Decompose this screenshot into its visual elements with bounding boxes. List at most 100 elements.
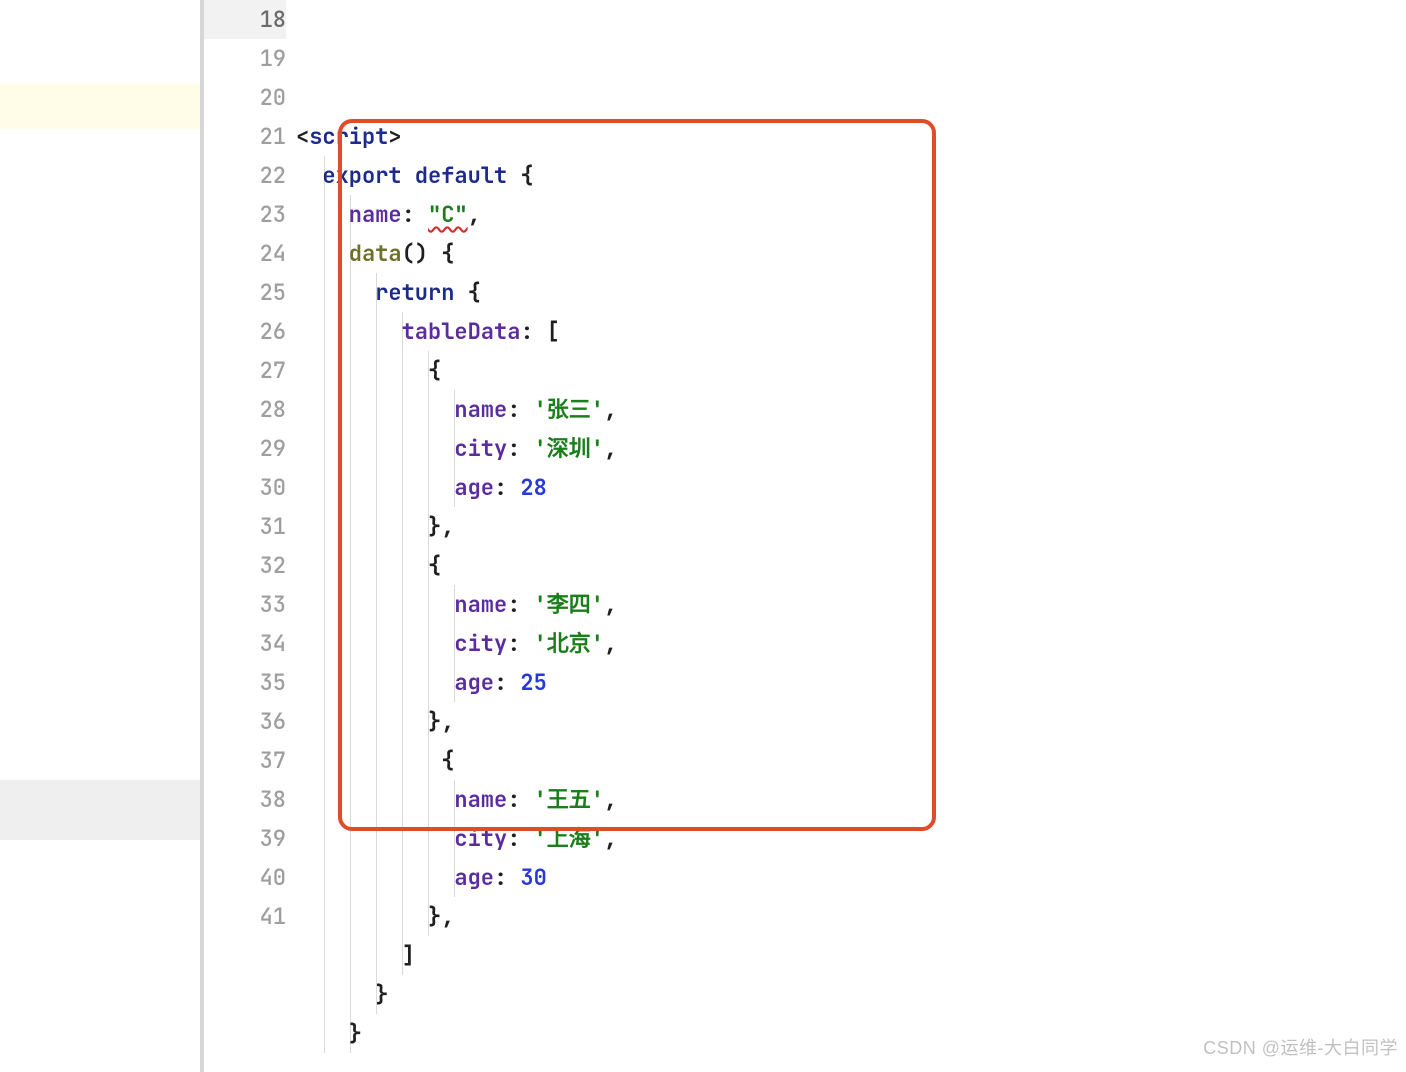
code-line[interactable]: { (296, 351, 1406, 390)
line-number[interactable]: 38 (204, 780, 286, 819)
line-number[interactable]: 23 (204, 195, 286, 234)
code-editor[interactable]: 1819202122232425262728293031323334353637… (204, 0, 1406, 1072)
line-number[interactable]: 30 (204, 468, 286, 507)
code-line-content: }, (296, 507, 1406, 546)
code-line[interactable]: { (296, 741, 1406, 780)
code-token: : (507, 629, 533, 658)
code-token: , (604, 434, 617, 463)
screenshot-root: 1819202122232425262728293031323334353637… (0, 0, 1406, 1072)
line-number[interactable]: 18 (204, 0, 286, 39)
code-token: name (454, 590, 507, 619)
line-number[interactable]: 20 (204, 78, 286, 117)
code-line[interactable]: age: 25 (296, 663, 1406, 702)
line-number[interactable]: 39 (204, 819, 286, 858)
code-token: '王五' (534, 785, 604, 814)
code-token: > (388, 122, 401, 151)
code-line[interactable]: data() { (296, 234, 1406, 273)
code-line-content: tableData: [ (296, 312, 1406, 351)
code-line-content: } (296, 975, 1406, 1014)
line-number[interactable]: 27 (204, 351, 286, 390)
line-number[interactable]: 24 (204, 234, 286, 273)
code-token: , (604, 629, 617, 658)
line-number[interactable]: 19 (204, 39, 286, 78)
code-token: 30 (520, 863, 546, 892)
code-line[interactable]: name: '张三', (296, 390, 1406, 429)
line-number[interactable]: 21 (204, 117, 286, 156)
code-token: { (428, 356, 441, 385)
code-line[interactable]: }, (296, 507, 1406, 546)
code-line-content: }, (296, 702, 1406, 741)
code-token: '张三' (534, 395, 604, 424)
line-number[interactable]: 22 (204, 156, 286, 195)
line-number[interactable]: 34 (204, 624, 286, 663)
code-line-content: age: 25 (296, 663, 1406, 702)
line-number[interactable]: 25 (204, 273, 286, 312)
line-number[interactable]: 40 (204, 858, 286, 897)
line-number[interactable]: 33 (204, 585, 286, 624)
code-line[interactable]: age: 28 (296, 468, 1406, 507)
code-token: default (415, 161, 507, 190)
code-token: age (454, 863, 494, 892)
code-line[interactable]: age: 30 (296, 858, 1406, 897)
code-line[interactable]: export default { (296, 156, 1406, 195)
line-number[interactable]: 31 (204, 507, 286, 546)
code-line[interactable]: city: '深圳', (296, 429, 1406, 468)
code-line-content: name: '王五', (296, 780, 1406, 819)
code-line-content: city: '北京', (296, 624, 1406, 663)
line-number[interactable]: 26 (204, 312, 286, 351)
code-line[interactable]: city: '上海', (296, 819, 1406, 858)
code-token: city (454, 434, 507, 463)
code-token: name (454, 395, 507, 424)
code-line-content: { (296, 741, 1406, 780)
line-number[interactable]: 29 (204, 429, 286, 468)
code-line[interactable]: ] (296, 936, 1406, 975)
line-number[interactable]: 28 (204, 390, 286, 429)
code-token: city (454, 629, 507, 658)
code-token: : (507, 590, 533, 619)
code-token: city (454, 824, 507, 853)
line-number-gutter[interactable]: 1819202122232425262728293031323334353637… (204, 0, 296, 1072)
code-token: , (604, 395, 617, 424)
code-token: () { (402, 239, 455, 268)
line-number[interactable]: 36 (204, 702, 286, 741)
code-line[interactable]: }, (296, 702, 1406, 741)
code-token: name (454, 785, 507, 814)
code-token: }, (428, 512, 454, 541)
code-line-content: city: '深圳', (296, 429, 1406, 468)
code-token: }, (428, 902, 454, 931)
code-line[interactable]: { (296, 546, 1406, 585)
code-token: 28 (520, 473, 546, 502)
code-line-content: age: 28 (296, 468, 1406, 507)
code-line[interactable]: <script> (296, 117, 1406, 156)
code-token: : (494, 863, 520, 892)
code-line-content: { (296, 351, 1406, 390)
line-number[interactable]: 41 (204, 897, 286, 936)
code-line[interactable]: return { (296, 273, 1406, 312)
code-token: tableData (402, 317, 521, 346)
code-line-content: age: 30 (296, 858, 1406, 897)
code-token: ] (402, 941, 415, 970)
code-line-content: ] (296, 936, 1406, 975)
code-token: return (375, 278, 454, 307)
sidebar-highlight-region (0, 84, 200, 129)
code-line[interactable]: name: '王五', (296, 780, 1406, 819)
code-area[interactable]: <script>export default {name: "C",data()… (296, 0, 1406, 1072)
code-token: age (454, 473, 494, 502)
code-token: : [ (520, 317, 560, 346)
code-line-content: name: '李四', (296, 585, 1406, 624)
code-line[interactable]: tableData: [ (296, 312, 1406, 351)
line-number[interactable]: 35 (204, 663, 286, 702)
line-number[interactable]: 32 (204, 546, 286, 585)
code-token: '深圳' (534, 434, 604, 463)
code-line[interactable]: name: '李四', (296, 585, 1406, 624)
line-number[interactable]: 37 (204, 741, 286, 780)
code-line-content: } (296, 1014, 1406, 1053)
code-line[interactable]: city: '北京', (296, 624, 1406, 663)
code-line[interactable]: } (296, 1014, 1406, 1053)
code-line[interactable]: } (296, 975, 1406, 1014)
code-token: { (428, 746, 454, 775)
code-line[interactable]: name: "C", (296, 195, 1406, 234)
code-token: : (507, 785, 533, 814)
code-line[interactable]: }, (296, 897, 1406, 936)
code-token: , (604, 785, 617, 814)
